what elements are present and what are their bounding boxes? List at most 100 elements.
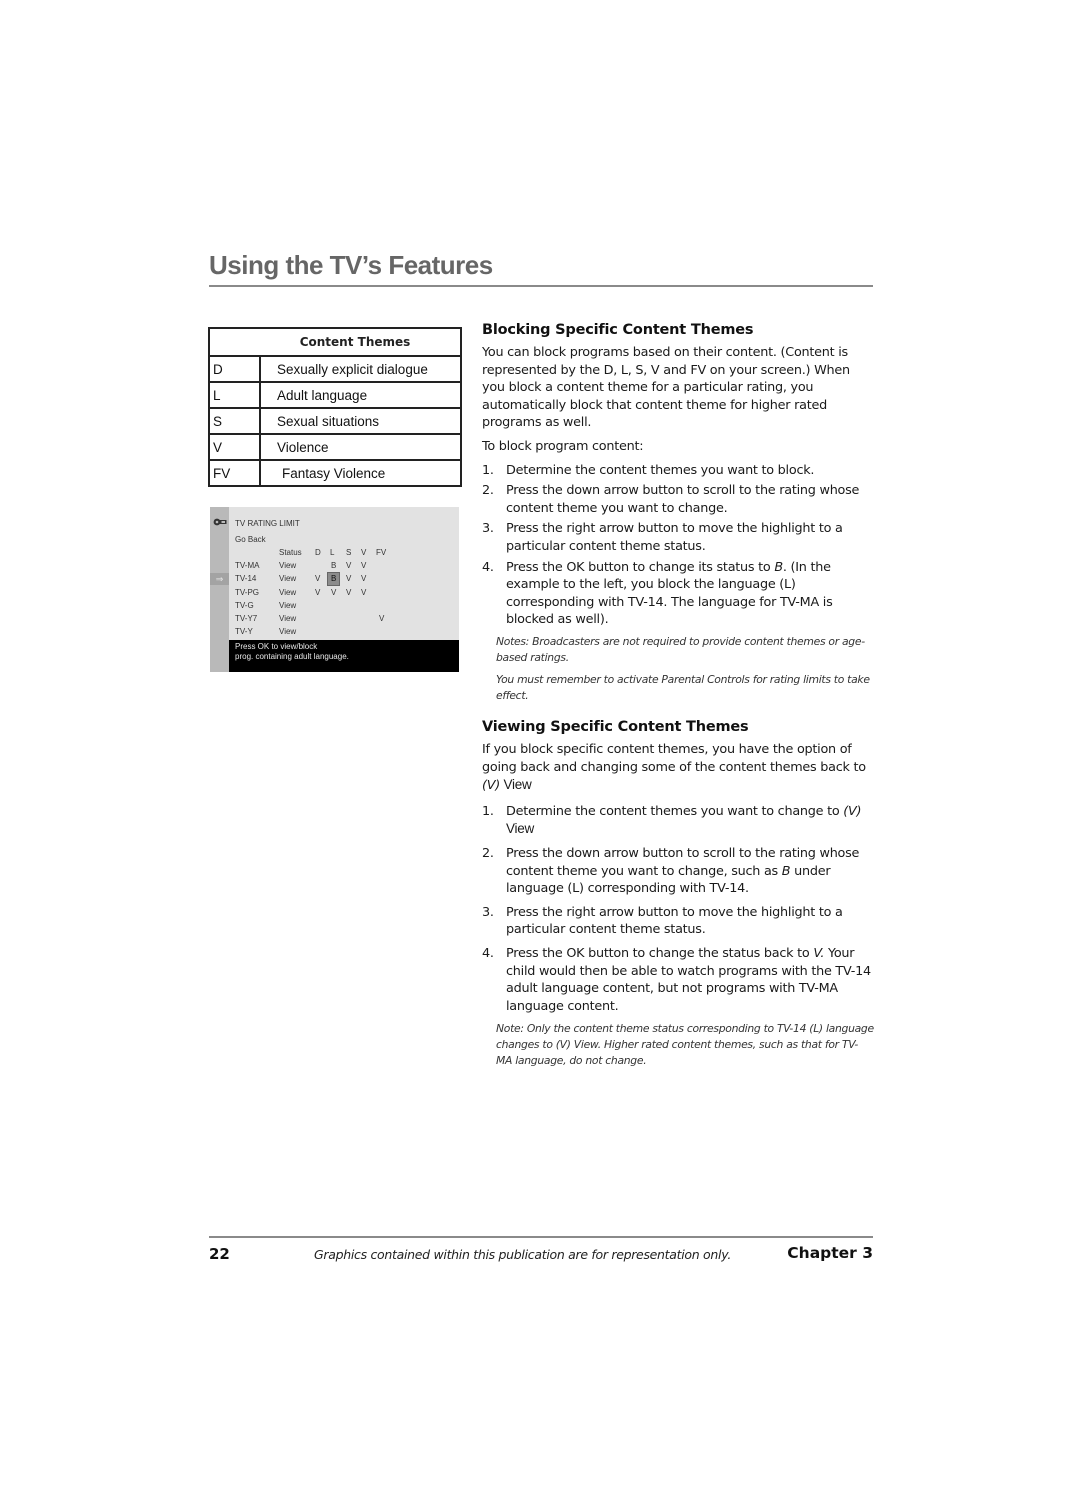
chapter-label: Chapter 3 [787, 1244, 873, 1262]
blocking-intro: You can block programs based on their co… [482, 345, 850, 431]
rating-label: TV-Y7 [235, 614, 258, 623]
rating-status[interactable]: View [279, 560, 296, 572]
step-text: Press the OK button to change the status… [506, 945, 814, 961]
theme-status-s[interactable]: V [346, 587, 351, 599]
step-text: Press the right arrow button to move the… [506, 521, 843, 554]
tv-rating-limit-screen: ⇒ TV RATING LIMIT Go Back Status D L S V… [210, 507, 459, 672]
content-themes-table: Content Themes D Sexually explicit dialo… [208, 327, 462, 487]
theme-status-l-highlighted[interactable]: B [326, 572, 341, 586]
rating-status[interactable]: View [279, 573, 296, 585]
viewing-steps: 1. Determine the content themes you want … [482, 803, 874, 1016]
go-back-option[interactable]: Go Back [235, 535, 266, 544]
list-item: 4. Press the OK button to change the stat… [482, 945, 874, 1015]
step-text: Determine the content themes you want to… [506, 803, 844, 819]
intro-view: View [500, 777, 532, 793]
list-item: 4. Press the OK button to change its stat… [482, 559, 874, 629]
step-text: Determine the content themes you want to… [506, 462, 815, 478]
table-row: D Sexually explicit dialogue [209, 356, 461, 383]
step-number: 1. [482, 803, 494, 819]
title-divider [209, 285, 873, 287]
footer-divider [209, 1236, 873, 1238]
content-themes-heading: Content Themes [209, 328, 461, 357]
table-row: FV Fantasy Violence [209, 460, 461, 486]
step-number: 2. [482, 483, 494, 499]
viewing-note: Note: Only the content theme status corr… [496, 1022, 874, 1068]
theme-code: FV [209, 460, 261, 486]
arrow-right-icon: ⇒ [210, 573, 229, 585]
column-header: D [315, 548, 321, 557]
theme-code: D [209, 356, 261, 383]
list-item: 1. Determine the content themes you want … [482, 803, 874, 839]
list-item: 1. Determine the content themes you want … [482, 462, 874, 480]
theme-code: V [209, 434, 261, 461]
theme-status-v[interactable]: V [361, 573, 366, 585]
step-number: 4. [482, 559, 494, 575]
tv-help-message: Press OK to view/block prog. containing … [229, 640, 459, 672]
step-italic: B [774, 559, 783, 575]
footer-disclaimer: Graphics contained within this publicati… [314, 1247, 731, 1262]
blocking-section: Blocking Specific Content Themes You can… [482, 322, 874, 704]
blocking-steps: 1. Determine the content themes you want … [482, 462, 874, 629]
column-header: FV [376, 548, 387, 557]
column-header: L [330, 548, 335, 557]
step-number: 3. [482, 904, 494, 920]
viewing-section: Viewing Specific Content Themes If you b… [482, 719, 874, 1069]
list-item: 3. Press the right arrow button to move t… [482, 904, 874, 939]
step-italic: V. [813, 945, 825, 961]
rating-label: TV-PG [235, 588, 260, 597]
step-number: 1. [482, 462, 494, 478]
theme-status-s[interactable]: V [346, 573, 351, 585]
step-italic: (V) [843, 803, 862, 819]
rating-status[interactable]: View [279, 600, 296, 612]
step-text: Press the down arrow button to scroll to… [506, 483, 860, 516]
table-row: V Violence [209, 434, 461, 461]
broadcasters-note: Notes: Broadcasters are not required to … [496, 634, 865, 664]
page-number: 22 [209, 1245, 230, 1263]
help-line: prog. containing adult language. [235, 651, 349, 661]
theme-code: L [209, 382, 261, 409]
theme-description: Violence [260, 434, 461, 461]
theme-status-d[interactable]: V [315, 573, 320, 585]
intro-italic: (V) [482, 778, 500, 794]
table-row: S Sexual situations [209, 408, 461, 435]
theme-status-l[interactable]: V [331, 587, 336, 599]
step-text: Press the OK button to change its status… [506, 559, 775, 575]
list-item: 2. Press the down arrow button to scroll … [482, 482, 874, 517]
rating-label: TV-MA [235, 561, 260, 570]
rating-status[interactable]: View [279, 613, 296, 625]
step-view: View [506, 821, 535, 837]
list-item: 3. Press the right arrow button to move t… [482, 520, 874, 555]
key-icon [213, 518, 227, 526]
step-number: 2. [482, 845, 494, 861]
table-row: L Adult language [209, 382, 461, 409]
tv-menu-strip: ⇒ [210, 507, 229, 672]
theme-status-v[interactable]: V [361, 560, 366, 572]
rating-label: TV-14 [235, 574, 257, 583]
list-item: 2. Press the down arrow button to scroll … [482, 845, 874, 898]
step-text: Press the right arrow button to move the… [506, 904, 843, 938]
theme-status-s[interactable]: V [346, 560, 351, 572]
theme-code: S [209, 408, 261, 435]
theme-status-d[interactable]: V [315, 587, 320, 599]
theme-description: Sexual situations [260, 408, 461, 435]
theme-status-l[interactable]: B [331, 560, 336, 572]
viewing-heading: Viewing Specific Content Themes [482, 719, 749, 735]
tv-screen-title: TV RATING LIMIT [235, 519, 300, 528]
parental-controls-note: You must remember to activate Parental C… [496, 672, 870, 702]
blocking-lead: To block program content: [482, 438, 644, 454]
rating-status[interactable]: View [279, 587, 296, 599]
column-header: S [346, 548, 352, 557]
intro-text: If you block specific content themes, yo… [482, 742, 866, 775]
column-header: V [361, 548, 367, 557]
theme-description: Sexually explicit dialogue [260, 356, 461, 383]
viewing-intro: If you block specific content themes, yo… [482, 741, 874, 795]
rating-label: TV-G [235, 601, 254, 610]
theme-description: Fantasy Violence [282, 465, 386, 481]
step-number: 3. [482, 521, 494, 537]
rating-status[interactable]: View [279, 626, 296, 638]
theme-status-fv[interactable]: V [379, 613, 384, 625]
theme-status-v[interactable]: V [361, 587, 366, 599]
column-header: Status [279, 548, 302, 557]
blocking-heading: Blocking Specific Content Themes [482, 322, 754, 338]
rating-label: TV-Y [235, 627, 253, 636]
